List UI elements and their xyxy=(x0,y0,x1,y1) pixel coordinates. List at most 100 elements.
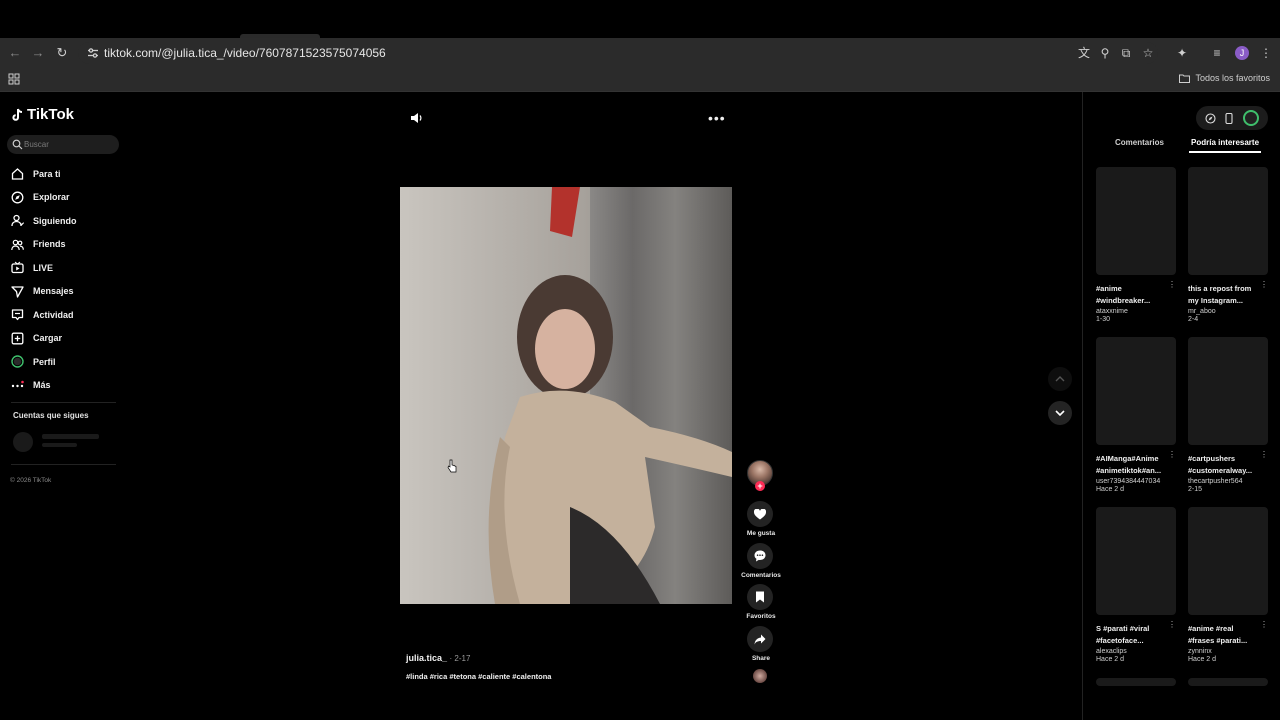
video-thumbnail[interactable] xyxy=(1188,678,1268,686)
share-button[interactable]: Share xyxy=(747,626,775,662)
media-controls-icon[interactable]: ≡ xyxy=(1209,45,1225,61)
suggested-video-card[interactable]: this a repost from my Instagram... ⋮ mr_a… xyxy=(1188,167,1268,323)
card-username[interactable]: ataxxnime xyxy=(1096,308,1176,315)
suggested-video-card[interactable]: #cartpushers #customeralway... ⋮ thecartp… xyxy=(1188,337,1268,493)
sidebar-item-cargar[interactable]: Cargar xyxy=(11,327,77,351)
card-username[interactable]: mr_aboo xyxy=(1188,308,1268,315)
card-menu-icon[interactable]: ⋮ xyxy=(1168,450,1176,459)
card-date: Hace 2 d xyxy=(1188,656,1217,663)
forward-icon[interactable]: → xyxy=(30,45,46,61)
sidebar-item-label: Para ti xyxy=(33,168,61,179)
translate-icon[interactable]: 文 xyxy=(1076,45,1092,61)
video-thumbnail[interactable] xyxy=(1188,337,1268,445)
tab-comentarios[interactable]: Comentarios xyxy=(1115,138,1164,147)
tab-podria-interesarte[interactable]: Podría interesarte xyxy=(1191,138,1259,147)
suggested-video-card[interactable] xyxy=(1188,678,1268,686)
url-text[interactable]: tiktok.com/@julia.tica_/video/7607871523… xyxy=(104,46,386,60)
card-date: Hace 2 d xyxy=(1096,656,1125,663)
card-title-line: my Instagram... xyxy=(1188,296,1244,305)
video-thumbnail[interactable] xyxy=(1096,678,1176,686)
sidebar-item-explorar[interactable]: Explorar xyxy=(11,186,77,210)
extensions-icon[interactable]: ✦ xyxy=(1174,45,1190,61)
next-video-button[interactable] xyxy=(1048,401,1072,425)
share-arrow-icon xyxy=(754,634,766,644)
sidebar-item-label: Actividad xyxy=(33,309,74,320)
right-panel: Comentarios Podría interesarte #anime #wi… xyxy=(1082,92,1280,720)
tiktok-note-icon xyxy=(12,108,23,121)
search-input[interactable]: Buscar xyxy=(7,135,119,154)
folder-icon xyxy=(1179,74,1191,83)
profile-avatar-icon xyxy=(11,355,24,368)
comments-button[interactable]: Comentarios xyxy=(741,543,781,579)
sidebar-item-live[interactable]: LIVE xyxy=(11,256,77,280)
suggested-video-card[interactable]: #AIManga#Anime #animetiktok#an... ⋮ user7… xyxy=(1096,337,1176,493)
reload-icon[interactable]: ↻ xyxy=(54,45,70,61)
author-username[interactable]: julia.tica_ xyxy=(406,653,447,663)
previous-video-button[interactable] xyxy=(1048,367,1072,391)
zoom-icon[interactable]: ⚲ xyxy=(1097,45,1113,61)
follow-plus-icon[interactable]: + xyxy=(755,481,765,491)
volume-icon[interactable] xyxy=(410,112,423,124)
bookmark-star-icon[interactable]: ☆ xyxy=(1140,45,1156,61)
back-icon[interactable]: ← xyxy=(7,45,23,61)
video-thumbnail[interactable] xyxy=(1188,507,1268,615)
card-menu-icon[interactable]: ⋮ xyxy=(1168,280,1176,289)
sidebar-item-mensajes[interactable]: Mensajes xyxy=(11,280,77,304)
compass-icon[interactable] xyxy=(1205,112,1216,124)
card-menu-icon[interactable]: ⋮ xyxy=(1168,620,1176,629)
video-thumbnail[interactable] xyxy=(1096,167,1176,275)
sidebar-item-mas[interactable]: Más xyxy=(11,374,77,398)
phone-icon[interactable] xyxy=(1225,112,1234,124)
person-follow-icon xyxy=(11,215,24,227)
all-bookmarks-button[interactable]: Todos los favoritos xyxy=(1179,73,1270,83)
suggested-video-card[interactable]: S #parati #viral #facetoface... ⋮ alexacl… xyxy=(1096,507,1176,663)
sidebar-item-label: Mensajes xyxy=(33,286,74,297)
video-thumbnail[interactable] xyxy=(1096,337,1176,445)
card-menu-icon[interactable]: ⋮ xyxy=(1260,620,1268,629)
browser-menu-icon[interactable]: ⋮ xyxy=(1258,45,1274,61)
bookmarks-bar: Todos los favoritos xyxy=(0,68,1280,92)
sidebar-item-perfil[interactable]: Perfil xyxy=(11,350,77,374)
video-player[interactable] xyxy=(400,187,732,604)
chevron-down-icon xyxy=(1055,410,1065,416)
sidebar-nav: Para ti Explorar Siguiendo Friends LIVE … xyxy=(11,162,77,397)
plus-square-icon xyxy=(11,332,24,345)
more-options-icon[interactable]: ••• xyxy=(708,110,726,126)
video-thumbnail[interactable] xyxy=(1096,507,1176,615)
apps-grid-icon[interactable] xyxy=(8,73,20,85)
tiktok-logo[interactable]: TikTok xyxy=(12,106,74,123)
install-app-icon[interactable]: ⧉ xyxy=(1118,45,1134,61)
sidebar-divider xyxy=(11,402,116,403)
sidebar-item-label: Perfil xyxy=(33,356,56,367)
user-avatar[interactable] xyxy=(1243,110,1260,126)
video-thumbnail[interactable] xyxy=(1188,167,1268,275)
suggested-video-card[interactable]: #anime #windbreaker... ⋮ ataxxnime 1-30 xyxy=(1096,167,1176,323)
browser-profile-avatar[interactable]: J xyxy=(1235,46,1249,60)
sidebar-item-label: Explorar xyxy=(33,192,70,203)
card-menu-icon[interactable]: ⋮ xyxy=(1260,280,1268,289)
address-bar[interactable]: tiktok.com/@julia.tica_/video/7607871523… xyxy=(78,42,1158,64)
chevron-up-icon xyxy=(1055,376,1065,382)
favorites-button[interactable]: Favoritos xyxy=(746,584,776,620)
site-info-icon[interactable] xyxy=(86,46,100,60)
card-username[interactable]: zynninx xyxy=(1188,648,1268,655)
like-button[interactable]: Me gusta xyxy=(747,501,775,537)
card-menu-icon[interactable]: ⋮ xyxy=(1260,450,1268,459)
card-title-line: #cartpushers xyxy=(1188,454,1236,463)
tiktok-page: TikTok Buscar Para ti Explorar Siguiendo… xyxy=(0,92,1280,720)
sidebar-item-friends[interactable]: Friends xyxy=(11,233,77,257)
card-username[interactable]: thecartpusher564 xyxy=(1188,478,1268,485)
card-username[interactable]: user7394384447034 xyxy=(1096,478,1176,485)
sidebar-item-siguiendo[interactable]: Siguiendo xyxy=(11,209,77,233)
sound-disc-icon[interactable] xyxy=(753,669,767,683)
suggested-video-card[interactable] xyxy=(1096,678,1176,686)
video-hashtags[interactable]: #linda #rica #tetona #caliente #calenton… xyxy=(406,672,551,681)
friends-icon xyxy=(11,239,24,250)
card-title-line: S #parati #viral xyxy=(1096,624,1150,633)
search-placeholder: Buscar xyxy=(24,140,49,149)
sidebar-item-actividad[interactable]: Actividad xyxy=(11,303,77,327)
sidebar-item-para-ti[interactable]: Para ti xyxy=(11,162,77,186)
card-username[interactable]: alexaclips xyxy=(1096,648,1176,655)
suggested-video-card[interactable]: #anime #real #frases #parati... ⋮ zynninx… xyxy=(1188,507,1268,663)
video-meta: julia.tica_ · 2-17 xyxy=(406,653,470,663)
